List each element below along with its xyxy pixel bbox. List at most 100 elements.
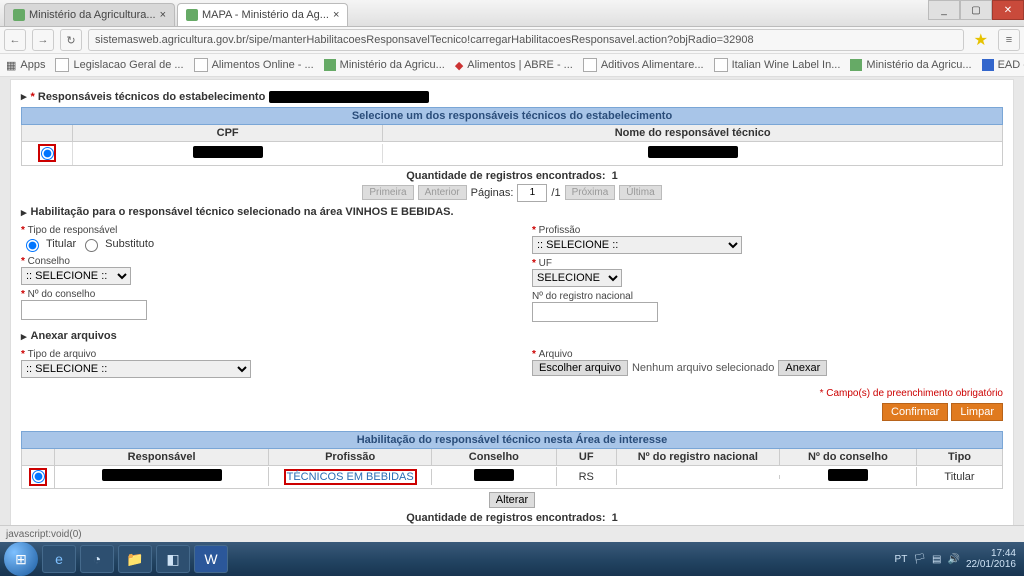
pager-pages-label: Páginas: — [471, 187, 514, 199]
browser-menu-icon[interactable]: ≡ — [998, 29, 1020, 51]
radio-input[interactable] — [41, 147, 54, 160]
task-folder[interactable]: 📁 — [118, 545, 152, 573]
anexar-left: Tipo de arquivo :: SELECIONE :: — [21, 349, 492, 378]
confirmar-button[interactable]: Confirmar — [882, 403, 948, 421]
browser-toolbar: ← → ↻ sistemasweb.agricultura.gov.br/sip… — [0, 27, 1024, 54]
label-substituto: Substituto — [105, 238, 154, 250]
col-right: Profissão :: SELECIONE :: UF SELECIONE N… — [532, 225, 1003, 322]
cpf-cell — [73, 144, 383, 163]
close-tab-icon[interactable]: × — [333, 9, 339, 21]
alterar-button[interactable]: Alterar — [489, 492, 535, 508]
maximize-button[interactable]: ▢ — [960, 0, 992, 20]
input-nreg[interactable] — [532, 302, 658, 322]
bookmark-item[interactable]: Ministério da Agricu... — [850, 59, 971, 71]
pager-next[interactable]: Próxima — [565, 185, 616, 200]
highlighted-profissao: TÉCNICOS EM BEBIDAS — [284, 469, 417, 485]
section-title: Responsáveis técnicos do estabelecimento — [31, 91, 266, 103]
col-nome: Nome do responsável técnico — [383, 125, 1002, 141]
label-tipo-arquivo: Tipo de arquivo — [21, 349, 492, 360]
browser-tabstrip: Ministério da Agricultura... × MAPA - Min… — [0, 0, 1024, 27]
label-tipo: Tipo de responsável — [21, 225, 492, 236]
bookmark-item[interactable]: EAD - Educação a di... — [982, 59, 1024, 71]
tipo-options: Titular Substituto — [21, 236, 492, 252]
prof-link[interactable]: TÉCNICOS EM BEBIDAS — [287, 471, 414, 483]
tray-sound-icon[interactable]: 🔊 — [947, 554, 959, 565]
reload-button[interactable]: ↻ — [60, 29, 82, 51]
favicon — [13, 9, 25, 21]
col-left: Tipo de responsável Titular Substituto C… — [21, 225, 492, 322]
browser-tab-1[interactable]: Ministério da Agricultura... × — [4, 3, 175, 26]
task-word[interactable]: W — [194, 545, 228, 573]
pager-last[interactable]: Última — [619, 185, 661, 200]
tray-lang[interactable]: PT — [895, 554, 908, 565]
cell-uf: RS — [557, 469, 617, 485]
tray-network-icon[interactable]: ▤ — [932, 554, 941, 565]
page-icon — [714, 58, 728, 72]
col-nreg: Nº do registro nacional — [617, 449, 780, 465]
apps-label: Apps — [20, 59, 45, 71]
select-uf[interactable]: SELECIONE — [532, 269, 622, 287]
bookmark-star-icon[interactable]: ★ — [970, 30, 992, 50]
page-icon — [583, 58, 597, 72]
input-nconselho[interactable] — [21, 300, 147, 320]
label-profissao: Profissão — [532, 225, 1003, 236]
address-bar[interactable]: sistemasweb.agricultura.gov.br/sipe/mant… — [88, 29, 964, 51]
favicon — [850, 59, 862, 71]
label-conselho: Conselho — [21, 256, 492, 267]
select-profissao[interactable]: :: SELECIONE :: — [532, 236, 742, 254]
tab-label: Ministério da Agricultura... — [29, 9, 156, 21]
bookmarks-bar: ▦ Apps Legislacao Geral de ... Alimentos… — [0, 54, 1024, 77]
expand-arrow-icon[interactable]: ▸ — [21, 330, 27, 343]
forward-button[interactable]: → — [32, 29, 54, 51]
bookmark-item[interactable]: Alimentos Online - ... — [194, 58, 314, 72]
status-text: javascript:void(0) — [6, 529, 82, 540]
row-radio[interactable] — [38, 144, 56, 162]
bookmark-item[interactable]: Legislacao Geral de ... — [55, 58, 183, 72]
browser-tab-2[interactable]: MAPA - Ministério da Ag...× — [177, 3, 348, 26]
apps-shortcut[interactable]: ▦ Apps — [6, 59, 45, 72]
minimize-button[interactable]: _ — [928, 0, 960, 20]
table-row — [21, 142, 1003, 166]
row-select-cell — [22, 142, 73, 165]
col-tipo: Tipo — [917, 449, 1002, 465]
anexar-button[interactable]: Anexar — [778, 360, 827, 376]
favicon — [186, 9, 198, 21]
pager-prev[interactable]: Anterior — [418, 185, 467, 200]
close-tab-icon[interactable]: × — [160, 9, 166, 21]
limpar-button[interactable]: Limpar — [951, 403, 1003, 421]
bookmark-item[interactable]: Ministério da Agricu... — [324, 59, 445, 71]
redacted-text — [193, 146, 263, 158]
tray-clock[interactable]: 17:44 22/01/2016 — [966, 548, 1016, 570]
pager-first[interactable]: Primeira — [362, 185, 413, 200]
bookmark-item[interactable]: Italian Wine Label In... — [714, 58, 841, 72]
nome-cell — [383, 144, 1002, 163]
form-buttons: Confirmar Limpar — [21, 403, 1003, 421]
task-app[interactable]: ◧ — [156, 545, 190, 573]
tray-time: 17:44 — [966, 548, 1016, 559]
choose-file-button[interactable]: Escolher arquivo — [532, 360, 628, 376]
radio-input[interactable] — [32, 470, 45, 483]
task-chrome[interactable]: ◔ — [80, 545, 114, 573]
pager-count: Quantidade de registros encontrados: 1 — [406, 512, 618, 524]
select-conselho[interactable]: :: SELECIONE :: — [21, 267, 131, 285]
expand-arrow-icon[interactable]: ▸ — [21, 90, 27, 103]
bookmark-item[interactable]: Aditivos Alimentare... — [583, 58, 704, 72]
pager-count: Quantidade de registros encontrados: 1 — [406, 170, 618, 182]
bookmark-item[interactable]: ◆Alimentos | ABRE - ... — [455, 59, 573, 72]
radio-titular[interactable] — [26, 239, 39, 252]
pager-page-input[interactable] — [517, 184, 547, 202]
close-window-button[interactable]: ✕ — [992, 0, 1024, 20]
start-button[interactable]: ⊞ — [4, 542, 38, 576]
table2-row: TÉCNICOS EM BEBIDAS RS Titular — [21, 466, 1003, 490]
radio-substituto[interactable] — [85, 239, 98, 252]
label-nreg: Nº do registro nacional — [532, 291, 1003, 302]
row-radio[interactable] — [29, 468, 47, 486]
redacted-text — [828, 469, 868, 481]
task-ie[interactable]: e — [42, 545, 76, 573]
anexar-right: Arquivo Escolher arquivo Nenhum arquivo … — [532, 349, 1003, 378]
redacted-text — [269, 91, 429, 103]
back-button[interactable]: ← — [4, 29, 26, 51]
expand-arrow-icon[interactable]: ▸ — [21, 206, 27, 219]
select-tipo-arquivo[interactable]: :: SELECIONE :: — [21, 360, 251, 378]
tray-flag-icon[interactable]: 🏳 — [913, 554, 926, 565]
